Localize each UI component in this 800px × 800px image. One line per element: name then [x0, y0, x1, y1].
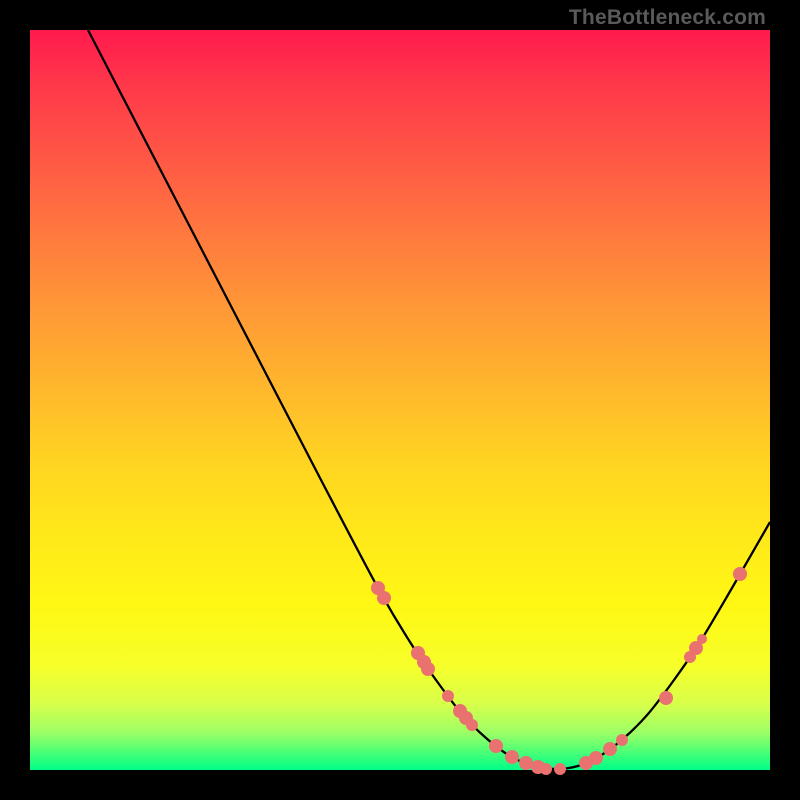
data-marker — [505, 750, 519, 764]
data-marker — [697, 634, 707, 644]
data-marker — [519, 756, 533, 770]
data-marker — [589, 751, 603, 765]
data-marker — [554, 763, 566, 775]
data-marker — [421, 662, 435, 676]
data-marker — [540, 763, 552, 775]
watermark-text: TheBottleneck.com — [569, 6, 766, 30]
data-marker — [616, 734, 628, 746]
data-marker — [466, 719, 478, 731]
data-marker — [489, 739, 503, 753]
chart-svg — [30, 30, 770, 770]
data-marker — [603, 742, 617, 756]
data-marker — [733, 567, 747, 581]
data-marker — [377, 591, 391, 605]
chart-frame — [30, 30, 770, 770]
data-marker — [442, 690, 454, 702]
data-marker — [659, 691, 673, 705]
marker-group — [371, 567, 747, 775]
